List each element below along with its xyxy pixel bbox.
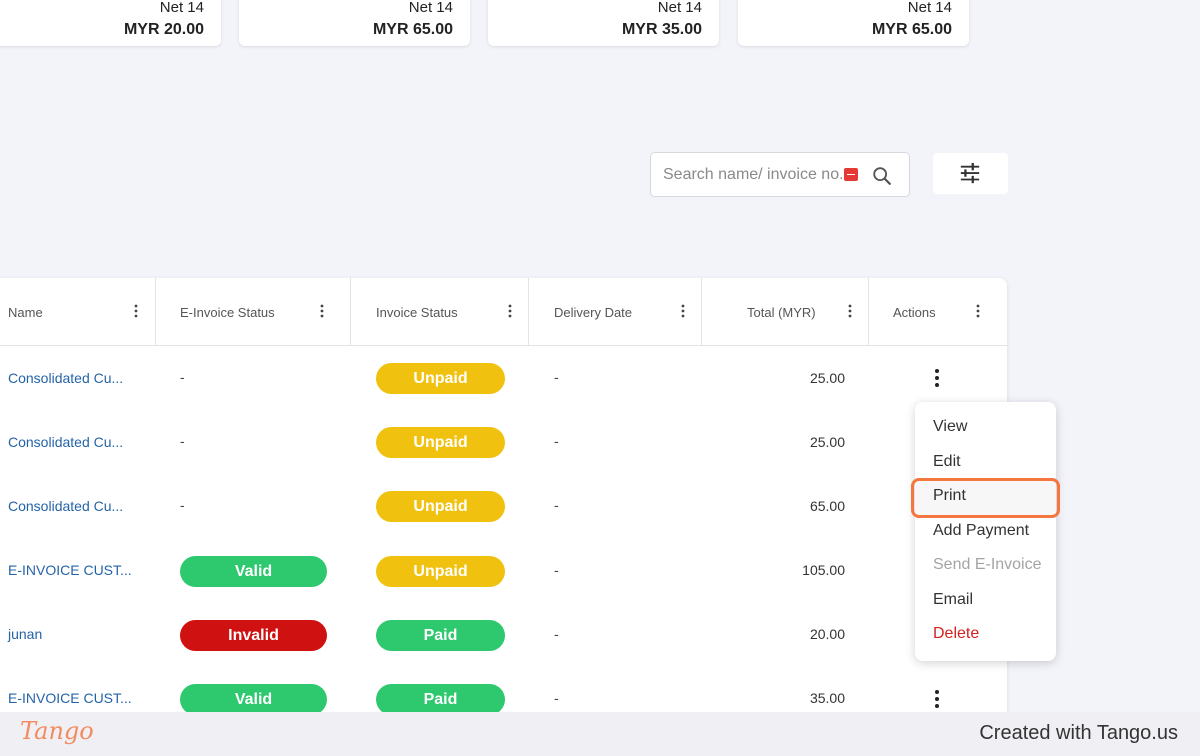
column-label: E-Invoice Status	[180, 305, 275, 320]
search-input[interactable]	[663, 165, 845, 185]
menu-item-send-einvoice: Send E-Invoice	[933, 556, 1042, 573]
einvoice-status-badge: Valid	[180, 556, 327, 587]
menu-item-edit[interactable]: Edit	[933, 453, 961, 471]
column-header-actions: Actions	[869, 278, 1007, 346]
search-box	[650, 152, 910, 197]
menu-item-add-payment[interactable]: Add Payment	[933, 522, 1029, 540]
column-header-delivery-date[interactable]: Delivery Date	[529, 278, 702, 346]
column-label: Delivery Date	[554, 305, 633, 320]
table-row: E-INVOICE CUST... Valid Paid - 35.00	[0, 666, 1007, 718]
delivery-date: -	[554, 626, 559, 642]
tango-logo: Tango	[20, 717, 94, 745]
invoice-status-badge: Unpaid	[376, 556, 505, 587]
card-amount: MYR 35.00	[621, 21, 702, 38]
filter-button[interactable]	[933, 153, 1008, 194]
column-header-invoice-status[interactable]: Invoice Status	[351, 278, 529, 346]
einvoice-status-badge: Invalid	[180, 620, 327, 651]
delivery-date: -	[554, 497, 559, 513]
column-label: Invoice Status	[376, 305, 458, 320]
table-row: junan Invalid Paid - 20.00	[0, 602, 1007, 666]
summary-card: Net 14 MYR 65.00	[738, 0, 969, 46]
invoice-status-badge: Unpaid	[376, 363, 505, 394]
delivery-date: -	[554, 369, 559, 385]
menu-item-email[interactable]: Email	[933, 591, 973, 609]
customer-name-link[interactable]: junan	[8, 626, 42, 642]
column-header-einvoice-status[interactable]: E-Invoice Status	[156, 278, 351, 346]
column-menu-icon[interactable]	[133, 304, 139, 318]
table-header: Name E-Invoice Status Invoice Status Del…	[0, 278, 1007, 346]
table-row: E-INVOICE CUST... Valid Unpaid - 105.00	[0, 538, 1007, 602]
customer-name-link[interactable]: Consolidated Cu...	[8, 370, 123, 386]
summary-card: Net 14 MYR 35.00	[488, 0, 719, 46]
einvoice-status-badge: Valid	[180, 684, 327, 715]
customer-name-link[interactable]: E-INVOICE CUST...	[8, 562, 132, 578]
invoice-table: Name E-Invoice Status Invoice Status Del…	[0, 278, 1007, 718]
summary-card: Net 14 MYR 65.00	[239, 0, 470, 46]
tango-footer: Tango Created with Tango.us	[0, 712, 1200, 756]
print-highlight-outline	[911, 478, 1060, 518]
keyboard-shortcut-icon	[844, 168, 858, 181]
delivery-date: -	[554, 433, 559, 449]
total-amount: 105.00	[802, 562, 845, 578]
total-amount: 20.00	[809, 626, 845, 642]
total-amount: 65.00	[809, 498, 845, 514]
card-term: Net 14	[657, 0, 702, 16]
column-menu-icon[interactable]	[507, 304, 513, 318]
customer-name-link[interactable]: Consolidated Cu...	[8, 498, 123, 514]
column-menu-icon[interactable]	[319, 304, 325, 318]
column-label: Total (MYR)	[747, 305, 816, 320]
table-row: Consolidated Cu... - Unpaid - 25.00	[0, 410, 1007, 474]
invoice-status-badge: Paid	[376, 684, 505, 715]
table-row: Consolidated Cu... - Unpaid - 65.00	[0, 474, 1007, 538]
column-menu-icon[interactable]	[975, 304, 981, 318]
invoice-status-badge: Paid	[376, 620, 505, 651]
invoice-status-badge: Unpaid	[376, 491, 505, 522]
card-amount: MYR 65.00	[372, 21, 453, 38]
footer-credit: Created with Tango.us	[979, 722, 1178, 744]
column-menu-icon[interactable]	[680, 304, 686, 318]
card-amount: MYR 65.00	[871, 21, 952, 38]
row-actions-icon[interactable]	[934, 689, 940, 709]
summary-card: Net 14 MYR 20.00	[0, 0, 221, 46]
customer-name-link[interactable]: E-INVOICE CUST...	[8, 690, 132, 706]
column-label: Name	[8, 305, 43, 320]
einvoice-status-text: -	[180, 369, 185, 385]
actions-dropdown-menu: View Edit Print Add Payment Send E-Invoi…	[915, 402, 1056, 661]
menu-item-delete[interactable]: Delete	[933, 625, 979, 643]
column-menu-icon[interactable]	[847, 304, 853, 318]
delivery-date: -	[554, 690, 559, 706]
total-amount: 25.00	[809, 370, 845, 386]
customer-name-link[interactable]: Consolidated Cu...	[8, 434, 123, 450]
card-term: Net 14	[159, 0, 204, 16]
total-amount: 25.00	[809, 434, 845, 450]
delivery-date: -	[554, 562, 559, 578]
search-icon[interactable]	[871, 165, 893, 187]
column-label: Actions	[893, 305, 936, 320]
total-amount: 35.00	[809, 690, 845, 706]
column-header-total[interactable]: Total (MYR)	[702, 278, 869, 346]
row-actions-icon[interactable]	[934, 368, 940, 388]
table-row: Consolidated Cu... - Unpaid - 25.00	[0, 346, 1007, 410]
column-header-name[interactable]: Name	[0, 278, 156, 346]
einvoice-status-text: -	[180, 433, 185, 449]
sliders-icon	[960, 163, 980, 184]
card-term: Net 14	[408, 0, 453, 16]
einvoice-status-text: -	[180, 497, 185, 513]
invoice-status-badge: Unpaid	[376, 427, 505, 458]
card-term: Net 14	[907, 0, 952, 16]
card-amount: MYR 20.00	[123, 21, 204, 38]
menu-item-view[interactable]: View	[933, 418, 967, 436]
